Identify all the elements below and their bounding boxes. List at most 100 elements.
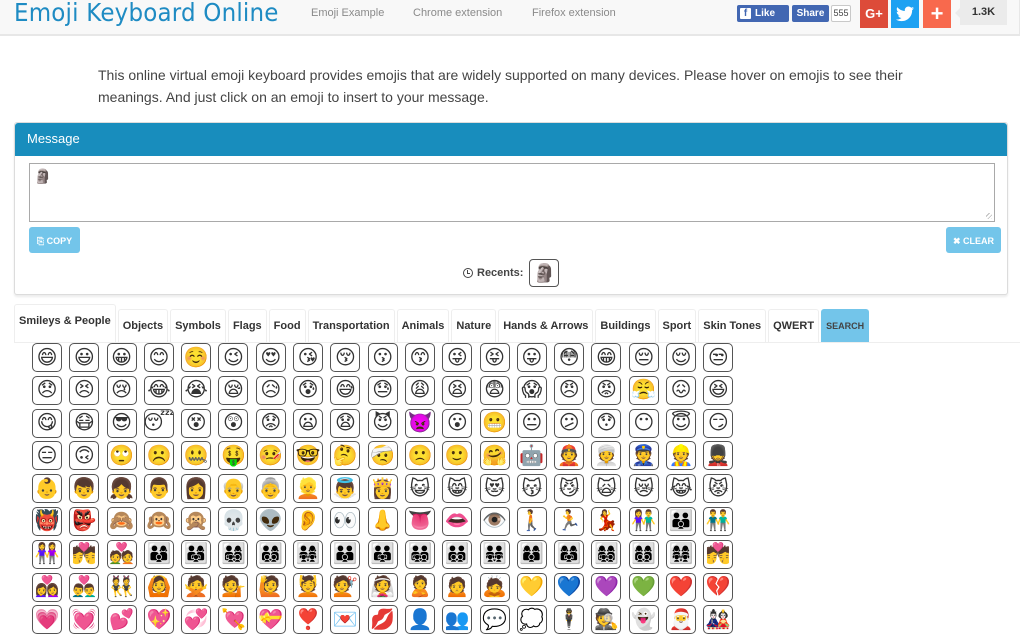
- emoji-key[interactable]: 👨‍👨‍👧‍👦: [404, 539, 435, 569]
- emoji-key[interactable]: 💬: [479, 605, 510, 635]
- emoji-key[interactable]: 👷: [666, 441, 697, 471]
- emoji-key[interactable]: 👩‍👩‍👧‍👦: [591, 539, 622, 569]
- emoji-key[interactable]: 🤖: [516, 441, 547, 471]
- emoji-key[interactable]: 👭: [32, 539, 62, 569]
- emoji-key[interactable]: 😻: [479, 474, 510, 504]
- emoji-key[interactable]: 😬: [479, 408, 510, 438]
- emoji-key[interactable]: 😠: [554, 375, 585, 405]
- emoji-key[interactable]: 😝: [479, 343, 510, 372]
- emoji-key[interactable]: 😳: [554, 343, 585, 372]
- addthis-share-button[interactable]: +: [923, 0, 951, 28]
- emoji-key[interactable]: ☹️: [143, 441, 174, 471]
- emoji-key[interactable]: 💃: [591, 506, 622, 536]
- emoji-key[interactable]: 😾: [703, 474, 734, 504]
- facebook-share-button[interactable]: Share: [792, 5, 829, 22]
- emoji-key[interactable]: 😈: [367, 408, 398, 438]
- emoji-key[interactable]: 💏: [69, 539, 100, 569]
- emoji-key[interactable]: 😌: [666, 343, 697, 372]
- tab-buildings[interactable]: Buildings: [595, 309, 656, 342]
- emoji-key[interactable]: 👨‍👩‍👧: [181, 539, 212, 569]
- nav-emoji-example[interactable]: Emoji Example: [311, 7, 384, 19]
- emoji-key[interactable]: 👯: [106, 572, 137, 602]
- emoji-key[interactable]: 💕: [106, 605, 137, 635]
- emoji-key[interactable]: 😕: [554, 408, 585, 438]
- emoji-key[interactable]: 🤒: [255, 441, 286, 471]
- emoji-key[interactable]: 😆: [703, 375, 734, 405]
- emoji-key[interactable]: 😅: [330, 375, 361, 405]
- emoji-key[interactable]: 🙅: [181, 572, 212, 602]
- emoji-key[interactable]: 💘: [218, 605, 249, 635]
- resize-grip-icon[interactable]: [986, 213, 992, 219]
- emoji-key[interactable]: 💭: [516, 605, 547, 635]
- emoji-key[interactable]: 😓: [367, 375, 398, 405]
- emoji-key[interactable]: 🤕: [367, 441, 398, 471]
- emoji-key[interactable]: 😴: [143, 408, 174, 438]
- emoji-key[interactable]: 👼: [330, 474, 361, 504]
- emoji-key[interactable]: 👳: [591, 441, 622, 471]
- emoji-key[interactable]: 😧: [330, 408, 361, 438]
- tab-symbols[interactable]: Symbols: [170, 309, 226, 342]
- emoji-key[interactable]: 😜: [442, 343, 473, 372]
- emoji-key[interactable]: 🙀: [591, 474, 622, 504]
- tab-animals[interactable]: Animals: [396, 309, 450, 342]
- emoji-key[interactable]: 👀: [330, 506, 361, 536]
- emoji-key[interactable]: 🏃: [554, 506, 585, 536]
- emoji-key[interactable]: 🙄: [106, 441, 137, 471]
- emoji-key[interactable]: 🤗: [479, 441, 510, 471]
- emoji-key[interactable]: 😺: [404, 474, 435, 504]
- recent-emoji-key[interactable]: 🗿: [529, 259, 560, 287]
- emoji-key[interactable]: ❤️: [666, 572, 697, 602]
- emoji-key[interactable]: 👲: [554, 441, 585, 471]
- tab-nature[interactable]: Nature: [451, 309, 497, 342]
- emoji-key[interactable]: 🚶: [516, 506, 547, 536]
- emoji-key[interactable]: 😐: [516, 408, 547, 438]
- emoji-key[interactable]: 👪: [666, 506, 697, 536]
- emoji-key[interactable]: 🤔: [330, 441, 361, 471]
- emoji-key[interactable]: 👨‍👨‍👧: [367, 539, 398, 569]
- emoji-key[interactable]: 💓: [69, 605, 100, 635]
- emoji-key[interactable]: 💋: [367, 605, 398, 635]
- emoji-key[interactable]: 🙋: [255, 572, 286, 602]
- emoji-key[interactable]: 😽: [516, 474, 547, 504]
- emoji-key[interactable]: 😲: [218, 408, 249, 438]
- tab-hands-arrows[interactable]: Hands & Arrows: [498, 309, 594, 342]
- emoji-key[interactable]: 👨‍👩‍👦: [143, 539, 174, 569]
- emoji-key[interactable]: 😫: [442, 375, 473, 405]
- emoji-key[interactable]: 🙆: [143, 572, 174, 602]
- emoji-key[interactable]: 😎: [106, 408, 137, 438]
- emoji-key[interactable]: 💖: [143, 605, 174, 635]
- emoji-key[interactable]: 😢: [106, 375, 137, 405]
- emoji-key[interactable]: 😶: [628, 408, 659, 438]
- emoji-key[interactable]: 😹: [666, 474, 697, 504]
- emoji-key[interactable]: 🙃: [69, 441, 100, 471]
- emoji-key[interactable]: 👩‍👩‍👧‍👧: [666, 539, 697, 569]
- emoji-key[interactable]: 😋: [32, 408, 62, 438]
- emoji-key[interactable]: 👨‍👨‍👧‍👧: [479, 539, 510, 569]
- emoji-key[interactable]: 😪: [218, 375, 249, 405]
- tab-objects[interactable]: Objects: [117, 309, 169, 342]
- emoji-key[interactable]: 👵: [255, 474, 286, 504]
- emoji-key[interactable]: 🙎: [404, 572, 435, 602]
- emoji-key[interactable]: 💝: [255, 605, 286, 635]
- emoji-key[interactable]: 😚: [330, 343, 361, 372]
- emoji-key[interactable]: 🕵️: [591, 605, 622, 635]
- emoji-key[interactable]: 👩‍👩‍👦‍👦: [628, 539, 659, 569]
- emoji-key[interactable]: 👨‍👩‍👧‍👦: [218, 539, 249, 569]
- emoji-key[interactable]: 😁: [591, 343, 622, 372]
- emoji-key[interactable]: 💏: [703, 539, 734, 569]
- emoji-key[interactable]: 😱: [516, 375, 547, 405]
- emoji-key[interactable]: 🙍: [442, 572, 473, 602]
- emoji-key[interactable]: 👅: [404, 506, 435, 536]
- emoji-key[interactable]: 👨‍👨‍👦: [330, 539, 361, 569]
- emoji-key[interactable]: 👃: [367, 506, 398, 536]
- emoji-key[interactable]: 👨‍👨‍👦‍👦: [442, 539, 473, 569]
- emoji-key[interactable]: 👩‍👩‍👧: [554, 539, 585, 569]
- emoji-key[interactable]: 👹: [32, 506, 62, 536]
- brand-logo-link[interactable]: Emoji Keyboard Online: [14, 0, 279, 27]
- emoji-key[interactable]: 🙁: [404, 441, 435, 471]
- emoji-key[interactable]: 👁️: [479, 506, 510, 536]
- emoji-key[interactable]: 😣: [69, 375, 100, 405]
- emoji-key[interactable]: 👨: [143, 474, 174, 504]
- emoji-key[interactable]: 💙: [554, 572, 585, 602]
- twitter-button[interactable]: [891, 0, 919, 28]
